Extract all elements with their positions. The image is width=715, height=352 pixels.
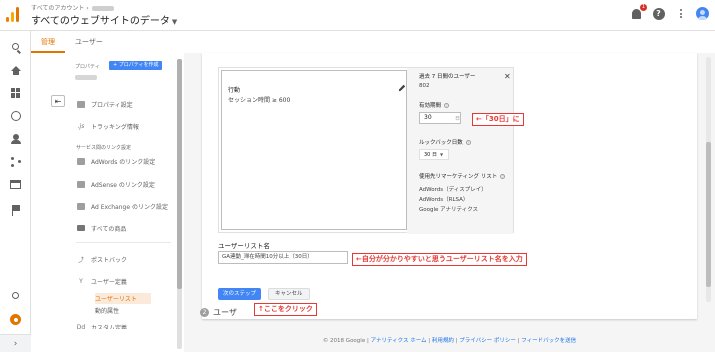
menu-item-adsense-linking[interactable]: AdSense のリンク設定 bbox=[76, 178, 155, 190]
audience-definition-panel: 行動 セッション時間 ≥ 600 過去 7 日間のユーザー ✕ 802 有効期間… bbox=[218, 67, 514, 234]
help-button[interactable]: ? bbox=[652, 7, 665, 20]
top-header: すべてのアカウント › すべてのウェブサイトのデータ ▼ 1 ? bbox=[0, 0, 715, 31]
help-icon[interactable]: ? bbox=[444, 103, 450, 108]
behavior-icon[interactable] bbox=[9, 178, 22, 191]
menu-item-adwords-linking[interactable]: AdWords のリンク設定 bbox=[76, 155, 155, 167]
analytics-logo-icon[interactable] bbox=[6, 7, 20, 22]
audience-icon[interactable] bbox=[9, 132, 22, 145]
edit-pencil-icon[interactable] bbox=[398, 77, 406, 92]
duration-unit: 日 bbox=[455, 116, 461, 122]
next-step-button[interactable]: 次のステップ bbox=[218, 288, 262, 300]
footer-copyright: © 2018 Google bbox=[322, 338, 366, 344]
cancel-button[interactable]: キャンセル bbox=[268, 288, 310, 300]
step-number-badge: 2 bbox=[200, 308, 209, 317]
footer-link-analytics-home[interactable]: アナリティクス ホーム bbox=[371, 338, 427, 344]
divider bbox=[76, 242, 171, 243]
notification-badge: 1 bbox=[640, 4, 647, 11]
step2-label[interactable]: ユーザ bbox=[213, 307, 237, 318]
menu-item-property-settings[interactable]: プロパティ設定 bbox=[76, 98, 133, 110]
audience-name-label: ユーザーリスト名 bbox=[218, 242, 270, 250]
avatar bbox=[696, 7, 709, 20]
footer-link-terms[interactable]: 利用規約 bbox=[432, 338, 454, 344]
lookback-label: ルックバック日数? bbox=[419, 140, 471, 146]
settings-square-icon bbox=[76, 100, 86, 109]
home-icon[interactable] bbox=[9, 64, 22, 77]
past7-label: 過去 7 日間のユーザー bbox=[419, 74, 476, 80]
property-heading: プロパティ bbox=[75, 64, 100, 70]
audience-summary: 過去 7 日間のユーザー ✕ 802 有効期間? 30 日 ルックバック日数? … bbox=[407, 68, 513, 234]
condition-text: セッション時間 ≥ 600 bbox=[228, 97, 291, 104]
main-content: 行動 セッション時間 ≥ 600 過去 7 日間のユーザー ✕ 802 有効期間… bbox=[184, 53, 715, 352]
destinations-label: 使用先リマーケティング リスト? bbox=[419, 174, 506, 180]
audience-name-input[interactable]: GA連動_滞在時間10分以上（30日） bbox=[218, 251, 348, 264]
create-property-button[interactable]: + プロパティを作成 bbox=[109, 61, 163, 70]
tab-user[interactable]: ユーザー bbox=[65, 31, 113, 53]
more-menu-button[interactable] bbox=[674, 7, 687, 20]
section-label-product-linking: サービス間のリンク設定 bbox=[76, 145, 132, 151]
chevron-down-icon: ▼ bbox=[439, 152, 444, 157]
property-selector-blurred[interactable] bbox=[75, 75, 97, 80]
audience-builder-card: 行動 セッション時間 ≥ 600 過去 7 日間のユーザー ✕ 802 有効期間… bbox=[202, 53, 697, 319]
destination-item: AdWords（RLSA） bbox=[419, 197, 469, 203]
account-name-blurred bbox=[91, 6, 114, 11]
notifications-button[interactable]: 1 bbox=[630, 4, 647, 20]
destination-item: Google アナリティクス bbox=[419, 207, 479, 213]
left-nav-rail: › bbox=[0, 31, 31, 352]
discover-icon[interactable] bbox=[9, 289, 22, 302]
footer-link-feedback[interactable]: フィードバックを送信 bbox=[521, 338, 576, 344]
menu-item-audience-definitions[interactable]: Y ユーザー定義 bbox=[76, 275, 127, 287]
bell-icon bbox=[632, 8, 641, 19]
sub-item-audiences[interactable]: ユーザーリスト bbox=[95, 293, 151, 304]
menu-item-postbacks[interactable]: ⤴ ポストバック bbox=[76, 253, 127, 265]
back-button[interactable]: ⇤ bbox=[51, 95, 65, 107]
help-icon[interactable]: ? bbox=[465, 140, 471, 145]
sub-item-dynamic-attributes[interactable]: 動的属性 bbox=[95, 306, 119, 315]
property-column: プロパティ + プロパティを作成 ⇤ プロパティ設定 .js トラッキング情報 サ… bbox=[31, 53, 184, 352]
search-icon[interactable] bbox=[9, 40, 22, 53]
adexchange-icon bbox=[76, 202, 86, 211]
help-icon[interactable]: ? bbox=[500, 174, 506, 179]
past7-value: 802 bbox=[419, 83, 430, 89]
destination-item: AdWords（ディスプレイ） bbox=[419, 187, 487, 193]
footer-link-privacy[interactable]: プライバシー ポリシー bbox=[459, 338, 516, 344]
condition-box[interactable]: 行動 セッション時間 ≥ 600 bbox=[221, 70, 407, 230]
postback-icon: ⤴ bbox=[77, 256, 84, 264]
dashboard-icon[interactable] bbox=[9, 86, 22, 99]
page-title: すべてのウェブサイトのデータ bbox=[31, 16, 170, 27]
products-icon bbox=[76, 224, 86, 233]
duration-label: 有効期間? bbox=[419, 103, 450, 109]
audience-definition-icon: Y bbox=[79, 277, 83, 285]
js-icon: .js bbox=[77, 122, 85, 130]
annotation-duration: ←「30日」に bbox=[472, 113, 524, 126]
acquisition-icon[interactable] bbox=[9, 155, 22, 168]
admin-tabs: 管理 ユーザー bbox=[31, 31, 113, 53]
annotation-name: ←自分が分かりやすいと思うユーザーリスト名を入力 bbox=[352, 253, 527, 266]
menu-item-adexchange-linking[interactable]: Ad Exchange のリンク設定 bbox=[76, 200, 168, 212]
breadcrumb[interactable]: すべてのアカウント › bbox=[31, 3, 114, 12]
view-selector[interactable]: すべてのウェブサイトのデータ ▼ bbox=[31, 12, 177, 27]
annotation-click: ↑ここをクリック bbox=[254, 303, 317, 316]
menu-item-all-products[interactable]: すべての商品 bbox=[76, 222, 126, 234]
custom-definition-icon: Dd bbox=[76, 323, 86, 331]
chevron-down-icon: ▼ bbox=[171, 18, 178, 26]
help-icon: ? bbox=[652, 7, 665, 20]
admin-icon[interactable] bbox=[9, 313, 22, 326]
condition-title: 行動 bbox=[228, 87, 241, 94]
realtime-icon[interactable] bbox=[9, 109, 22, 122]
main-scrollbar[interactable] bbox=[706, 57, 711, 302]
footer: © 2018 Google | アナリティクス ホーム | 利用規約 | プライ… bbox=[322, 338, 577, 344]
column-scrollbar[interactable] bbox=[177, 59, 182, 349]
expand-icon[interactable]: › bbox=[0, 334, 31, 352]
lookback-select[interactable]: 30 日 ▼ bbox=[419, 149, 449, 160]
conversions-icon[interactable] bbox=[9, 201, 22, 216]
more-vert-icon bbox=[679, 9, 682, 18]
menu-item-tracking-info[interactable]: .js トラッキング情報 bbox=[76, 120, 139, 132]
menu-item-custom-definitions[interactable]: Dd カスタム定義 bbox=[76, 321, 127, 331]
tab-admin[interactable]: 管理 bbox=[31, 31, 65, 53]
arrow-back-icon: ⇤ bbox=[54, 96, 62, 106]
adsense-icon bbox=[76, 180, 86, 189]
close-icon[interactable]: ✕ bbox=[504, 72, 511, 81]
adwords-icon bbox=[76, 157, 86, 166]
account-avatar-button[interactable] bbox=[696, 7, 709, 20]
